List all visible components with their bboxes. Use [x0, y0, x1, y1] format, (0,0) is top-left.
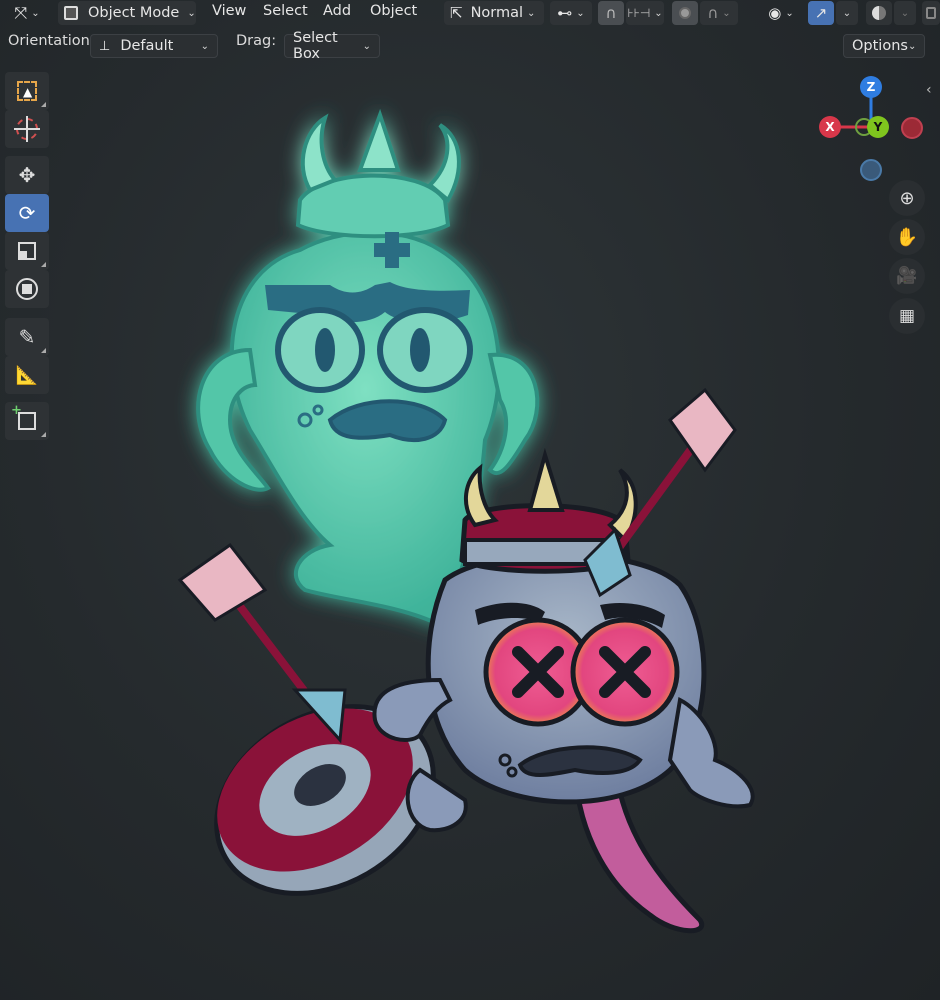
- snap-toggle[interactable]: ∩: [598, 1, 624, 25]
- chevron-down-icon: ⌄: [187, 7, 196, 19]
- chevron-down-icon: ⌄: [576, 7, 585, 19]
- object-mode-icon: [64, 6, 78, 20]
- editor-type-button[interactable]: ⤧ ⌄: [6, 1, 48, 25]
- move-icon: ✥: [18, 163, 36, 187]
- transform-icon: [16, 278, 38, 300]
- chevron-down-icon: ⌄: [722, 7, 731, 19]
- tool-add-cube[interactable]: +: [5, 402, 49, 440]
- orientation-value: Default: [120, 38, 174, 54]
- tool-rotate[interactable]: ⟳: [5, 194, 49, 232]
- camera-icon: 🎥: [896, 266, 918, 286]
- gizmo-neg-z-axis[interactable]: [860, 159, 882, 181]
- gizmo-y-axis[interactable]: Y: [867, 116, 889, 138]
- pivot-point-dropdown[interactable]: ⊷ ⌄: [550, 1, 592, 25]
- chevron-down-icon: ⌄: [842, 7, 852, 19]
- shading-icon: [926, 7, 936, 19]
- grid-perspective-icon: ▦: [898, 306, 916, 326]
- gizmo-dropdown[interactable]: ⌄: [836, 1, 858, 25]
- gizmo-icon: ↗: [814, 4, 828, 22]
- axes-icon: ⤧: [14, 3, 28, 22]
- snap-increment-icon: ⊦⊦⊣: [627, 6, 651, 20]
- falloff-dropdown[interactable]: ∩ ⌄: [700, 1, 738, 25]
- zoom-button[interactable]: ⊕: [889, 180, 925, 216]
- chevron-down-icon: ⌄: [785, 7, 794, 19]
- tool-move[interactable]: ✥: [5, 156, 49, 194]
- proportional-edit-icon: [679, 7, 691, 19]
- mode-dropdown[interactable]: Object Mode ⌄: [58, 1, 196, 25]
- chevron-down-icon: ⌄: [200, 40, 209, 52]
- orientation-label: Orientation:: [8, 33, 95, 49]
- gizmo-toggle[interactable]: ↗: [808, 1, 834, 25]
- ruler-icon: 📐: [15, 364, 39, 386]
- tool-select-box[interactable]: ▲: [5, 72, 49, 110]
- chevron-down-icon: ⌄: [907, 40, 917, 52]
- navigation-gizmo[interactable]: Z X Y: [818, 76, 930, 186]
- overlays-toggle[interactable]: [866, 1, 892, 25]
- shading-button[interactable]: [922, 1, 940, 25]
- camera-view-button[interactable]: 🎥: [889, 258, 925, 294]
- chevron-down-icon: ⌄: [900, 7, 910, 19]
- menu-select[interactable]: Select: [263, 3, 308, 23]
- select-box-icon: ▲: [17, 81, 37, 101]
- falloff-curve-icon: ∩: [707, 4, 719, 22]
- arrow-right: [583, 387, 737, 598]
- add-cube-icon: +: [11, 403, 36, 430]
- scene-render: [177, 108, 755, 934]
- snap-target-dropdown[interactable]: ⊦⊦⊣ ⌄: [626, 1, 664, 25]
- overlays-dropdown[interactable]: ⌄: [894, 1, 916, 25]
- menu-view[interactable]: View: [212, 3, 246, 23]
- gizmo-x-axis[interactable]: X: [819, 116, 841, 138]
- chevron-down-icon: ⌄: [31, 7, 40, 19]
- 3d-viewport[interactable]: ⤧ ⌄ Object Mode ⌄ View Select Add Object …: [0, 0, 940, 1000]
- eye-icon: ◉: [768, 4, 782, 22]
- tool-transform[interactable]: [5, 270, 49, 308]
- chevron-down-icon: ⌄: [362, 40, 371, 52]
- drag-label: Drag:: [236, 33, 277, 49]
- rotate-icon: ⟳: [18, 201, 36, 225]
- cursor-icon: [14, 116, 40, 142]
- magnet-icon: ∩: [605, 4, 617, 22]
- perspective-toggle-button[interactable]: ▦: [889, 298, 925, 334]
- gizmo-z-axis[interactable]: Z: [860, 76, 882, 98]
- pan-button[interactable]: ✋: [889, 219, 925, 255]
- transform-axes-icon: ⊥: [99, 38, 111, 54]
- mode-label: Object Mode: [88, 5, 180, 21]
- options-label: Options: [852, 38, 908, 54]
- visibility-dropdown[interactable]: ◉ ⌄: [760, 1, 802, 25]
- pencil-icon: ✎: [18, 325, 36, 349]
- scale-icon: [18, 242, 36, 260]
- overlays-icon: [872, 6, 886, 20]
- chevron-down-icon: ⌄: [527, 7, 536, 19]
- tool-measure[interactable]: 📐: [5, 356, 49, 394]
- tool-cursor[interactable]: [5, 110, 49, 148]
- gizmo-neg-x-axis[interactable]: [901, 117, 923, 139]
- menu-add[interactable]: Add: [323, 3, 351, 23]
- menu-object[interactable]: Object: [370, 3, 417, 23]
- drag-value: Select Box: [293, 30, 338, 62]
- transform-orientation-dropdown[interactable]: ⇱ Normal ⌄: [444, 1, 544, 25]
- tool-scale[interactable]: [5, 232, 49, 270]
- proportional-edit-toggle[interactable]: [672, 1, 698, 25]
- pivot-icon: ⊷: [557, 4, 573, 22]
- transform-orientation-label: Normal: [470, 5, 524, 21]
- options-dropdown[interactable]: Options ⌄: [843, 34, 925, 58]
- zoom-icon: ⊕: [899, 187, 915, 209]
- drag-dropdown[interactable]: Select Box ⌄: [284, 30, 380, 62]
- orientation-icon: ⇱: [450, 4, 463, 22]
- chevron-down-icon: ⌄: [654, 7, 663, 19]
- tool-annotate[interactable]: ✎: [5, 318, 49, 356]
- orientation-dropdown[interactable]: ⊥ Default ⌄: [90, 34, 218, 58]
- hand-icon: ✋: [895, 226, 919, 248]
- viewport-header: ⤧ ⌄ Object Mode ⌄ View Select Add Object …: [0, 0, 940, 26]
